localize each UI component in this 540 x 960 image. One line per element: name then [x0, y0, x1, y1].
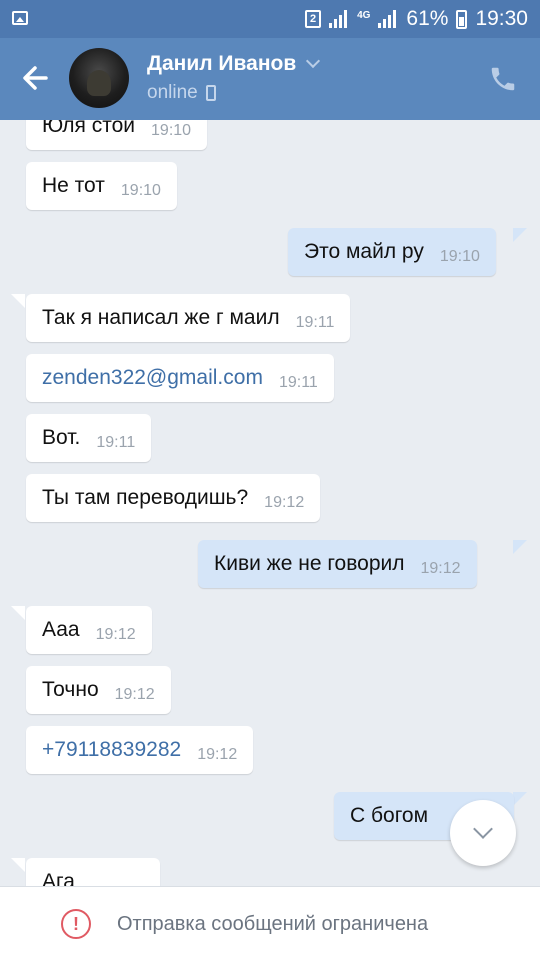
signal-2-icon [378, 10, 398, 28]
message-time: 19:11 [96, 434, 136, 451]
message-bubble[interactable]: Это майл ру 19:10 [288, 228, 496, 276]
message-text: С богом [350, 804, 429, 827]
contact-name: Данил Иванов [147, 52, 297, 75]
message-text: Юля стой [42, 120, 136, 137]
chevron-down-icon [473, 819, 493, 839]
warning-icon: ! [61, 909, 91, 939]
message-time: 19:10 [439, 248, 480, 265]
message-bubble[interactable]: +79118839282 19:12 [26, 726, 254, 774]
message-time: 19:10 [151, 122, 192, 139]
message-text: Вот. [42, 426, 81, 449]
message-time: 19:12 [264, 494, 305, 511]
clock: 19:30 [475, 7, 528, 30]
chat-header: Данил Иванов online [0, 38, 540, 120]
message-time: 19:10 [120, 182, 161, 199]
sim-icon: 2 [305, 10, 322, 28]
status-label: online [147, 82, 198, 103]
phone-number-link[interactable]: +79118839282 [42, 738, 181, 762]
chevron-down-icon [306, 53, 321, 69]
contact-name-dropdown[interactable]: Данил Иванов [147, 52, 321, 76]
call-button[interactable] [488, 64, 518, 94]
bubble-tail [11, 606, 25, 620]
message-bubble[interactable]: zenden322@gmail.com 19:11 [26, 354, 334, 402]
message-bubble[interactable]: Ааа 19:12 [26, 606, 152, 654]
bubble-tail [11, 858, 25, 872]
bubble-tail [513, 540, 527, 554]
contact-status: online [147, 82, 216, 104]
message-text: Точно [42, 678, 99, 701]
message-text: Ты там переводишь? [42, 486, 249, 509]
composer-disabled-bar: ! Отправка сообщений ограничена [0, 886, 540, 960]
message-text: Ага [42, 870, 75, 886]
message-text: Ааа [42, 618, 80, 641]
message-text: Так я написал же г маил [42, 306, 280, 329]
message-text: Не тот [42, 174, 105, 197]
message-list[interactable]: Юля стой 19:10 Не тот 19:10 Это майл ру … [0, 120, 540, 886]
mobile-icon [205, 85, 216, 101]
restriction-notice: Отправка сообщений ограничена [117, 913, 429, 935]
message-time: 19:12 [420, 560, 461, 577]
signal-icon [329, 10, 349, 28]
message-bubble[interactable]: Точно 19:12 [26, 666, 171, 714]
message-bubble[interactable]: Юля стой 19:10 [26, 120, 208, 150]
bubble-tail [11, 294, 25, 308]
message-time: 19:12 [95, 626, 136, 643]
gallery-notification-icon [12, 11, 28, 25]
status-bar-right: 2 4G 61% 19:30 [305, 0, 528, 38]
message-bubble[interactable]: Так я написал же г маил 19:11 [26, 294, 351, 342]
bubble-tail [513, 228, 527, 242]
message-bubble[interactable]: Не тот 19:10 [26, 162, 177, 210]
avatar[interactable] [69, 48, 129, 108]
battery-percent: 61% [406, 7, 449, 30]
scroll-to-bottom-button[interactable] [450, 800, 516, 866]
message-bubble[interactable]: Вот. 19:11 [26, 414, 152, 462]
phone-icon [491, 67, 515, 91]
message-bubble[interactable]: Ага [26, 858, 160, 886]
message-time: 19:11 [278, 374, 318, 391]
message-time: 19:12 [197, 746, 238, 763]
email-link[interactable]: zenden322@gmail.com [42, 366, 263, 390]
message-time: 19:12 [114, 686, 155, 703]
back-button[interactable] [18, 60, 54, 96]
message-text: Это майл ру [304, 240, 424, 263]
message-bubble[interactable]: Киви же не говорил 19:12 [198, 540, 477, 588]
arrow-left-icon [23, 66, 48, 90]
message-time: 19:11 [295, 314, 335, 331]
message-bubble[interactable]: Ты там переводишь? 19:12 [26, 474, 321, 522]
message-text: Киви же не говорил [214, 552, 405, 575]
status-bar: 2 4G 61% 19:30 [0, 0, 540, 38]
battery-icon [456, 9, 468, 29]
bubble-tail [513, 792, 527, 806]
network-type-label: 4G [357, 9, 371, 21]
